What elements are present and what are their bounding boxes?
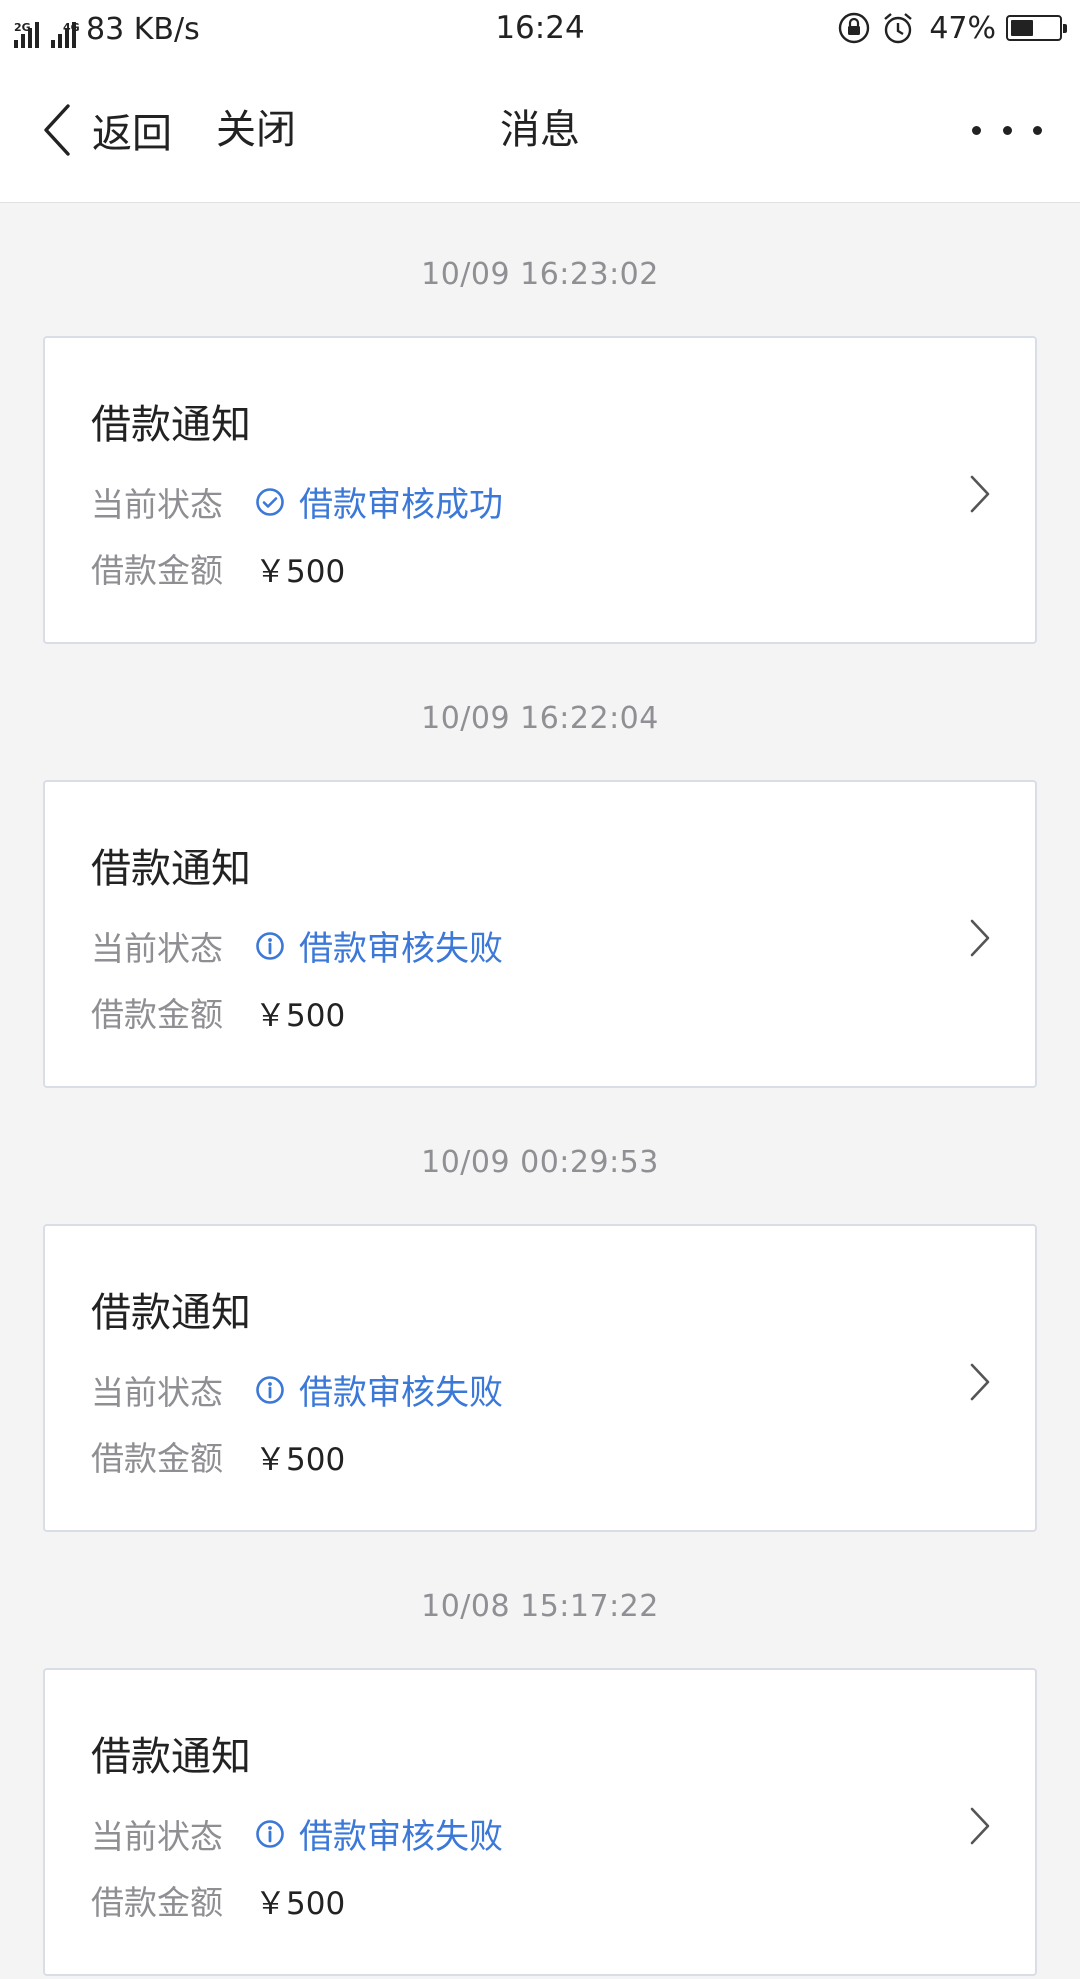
status-value: 借款审核失败 [299,1373,503,1413]
status-row: 当前状态 借款审核失败 [91,1809,503,1858]
message-group: 10/08 15:17:22 借款通知 当前状态 借款审核失败 借款金额 ￥50… [0,1535,1080,1979]
status-bar: 2G 4G 83 KB/s 16:24 47% [0,0,1080,60]
status-value: 借款审核成功 [299,485,503,525]
back-button[interactable]: 返回 [38,98,172,162]
more-dots-icon[interactable] [972,114,1042,146]
check-circle-icon [256,487,284,516]
amount-value: ￥500 [255,997,346,1034]
message-card[interactable]: 借款通知 当前状态 借款审核成功 借款金额 ￥500 [43,336,1037,644]
message-card[interactable]: 借款通知 当前状态 借款审核失败 借款金额 ￥500 [43,1224,1037,1532]
message-group: 10/09 00:29:53 借款通知 当前状态 借款审核失败 借款金额 ￥50… [0,1091,1080,1535]
chevron-right-icon [970,1363,990,1401]
message-title: 借款通知 [91,402,251,448]
status-row: 当前状态 借款审核成功 [91,477,503,526]
amount-row: 借款金额 ￥500 [91,1432,345,1480]
amount-label: 借款金额 [91,1883,223,1922]
message-timestamp: 10/09 16:22:04 [421,701,659,736]
status-bar-right: 47% [827,10,1067,46]
amount-label: 借款金额 [91,551,223,590]
amount-value: ￥500 [255,1441,346,1478]
message-card[interactable]: 借款通知 当前状态 借款审核失败 借款金额 ￥500 [43,780,1037,1088]
status-label: 当前状态 [91,1816,223,1856]
message-title: 借款通知 [91,846,251,892]
back-label: 返回 [92,111,172,157]
chevron-right-icon [970,475,990,513]
message-timestamp: 10/09 16:23:02 [421,257,659,292]
chevron-left-icon [44,104,70,156]
navigation-bar: 返回 关闭 消息 [0,60,1080,203]
message-group: 10/09 16:22:04 借款通知 当前状态 借款审核失败 借款金额 ￥50… [0,647,1080,1091]
close-button[interactable]: 关闭 [216,98,296,162]
message-title: 借款通知 [91,1290,251,1336]
status-label: 当前状态 [91,484,223,524]
amount-label: 借款金额 [91,995,223,1034]
status-row: 当前状态 借款审核失败 [91,921,503,970]
chevron-right-icon [970,1807,990,1845]
info-circle-icon [256,1375,284,1404]
message-list: 10/09 16:23:02 借款通知 当前状态 借款审核成功 借款金额 ￥50… [0,203,1080,1979]
info-circle-icon [256,931,284,960]
amount-value: ￥500 [255,1885,346,1922]
message-timestamp: 10/09 00:29:53 [421,1145,659,1180]
amount-row: 借款金额 ￥500 [91,1876,345,1924]
status-value: 借款审核失败 [299,929,503,969]
message-group: 10/09 16:23:02 借款通知 当前状态 借款审核成功 借款金额 ￥50… [0,203,1080,647]
message-card[interactable]: 借款通知 当前状态 借款审核失败 借款金额 ￥500 [43,1668,1037,1976]
info-circle-icon [256,1819,284,1848]
status-value: 借款审核失败 [299,1817,503,1857]
amount-row: 借款金额 ￥500 [91,544,345,592]
battery-icon [1006,15,1067,41]
status-label: 当前状态 [91,1372,223,1412]
amount-label: 借款金额 [91,1439,223,1478]
rotation-lock-icon [839,12,870,44]
alarm-icon [884,13,913,44]
amount-row: 借款金额 ￥500 [91,988,345,1036]
battery-percent: 47% [929,10,996,46]
status-label: 当前状态 [91,928,223,968]
message-title: 借款通知 [91,1734,251,1780]
amount-value: ￥500 [255,553,346,590]
status-row: 当前状态 借款审核失败 [91,1365,503,1414]
chevron-right-icon [970,919,990,957]
message-timestamp: 10/08 15:17:22 [421,1589,659,1624]
